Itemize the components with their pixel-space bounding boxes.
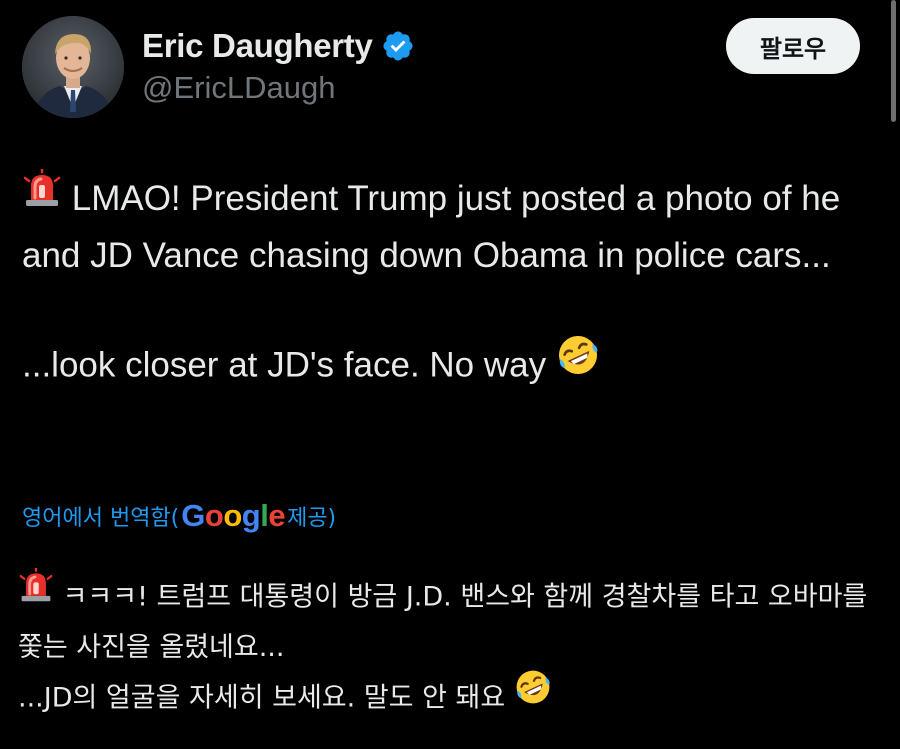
police-siren-icon — [18, 566, 54, 620]
google-letter: o — [204, 498, 224, 533]
display-name-row: Eric Daugherty — [142, 22, 415, 70]
google-letter: G — [181, 498, 205, 533]
tweet-line-1: LMAO! President Trump just posted a phot… — [22, 179, 841, 275]
translated-paragraph-2: ...JD의 얼굴을 자세히 보세요. 말도 안 돼요 — [18, 670, 878, 726]
verified-badge-icon — [381, 29, 415, 63]
avatar-photo — [22, 16, 124, 118]
google-letter: g — [241, 498, 261, 533]
google-letter: o — [223, 498, 242, 533]
police-siren-icon — [22, 167, 62, 225]
tweet-paragraph-2: ...look closer at JD's face. No way — [22, 335, 872, 397]
translated-text: ㅋㅋㅋ! 트럼프 대통령이 방금 J.D. 밴스와 함께 경찰차를 타고 오바마… — [18, 566, 878, 726]
tweet-text: LMAO! President Trump just posted a phot… — [22, 167, 872, 397]
tweet-line-2: ...look closer at JD's face. No way — [22, 345, 547, 384]
translated-line-1: ㅋㅋㅋ! 트럼프 대통령이 방금 J.D. 밴스와 함께 경찰차를 타고 오바마… — [18, 581, 868, 664]
follow-button[interactable]: 팔로우 — [726, 18, 860, 74]
user-names: Eric Daugherty @EricLDaugh — [142, 22, 415, 106]
google-letter: e — [268, 498, 286, 533]
rolling-on-floor-laughing-icon — [514, 668, 552, 722]
tweet-paragraph-1: LMAO! President Trump just posted a phot… — [22, 167, 872, 283]
translate-suffix: 제공) — [287, 506, 337, 531]
tweet-header: Eric Daugherty @EricLDaugh 팔로우 — [22, 16, 860, 120]
translate-prefix: 영어에서 번역함( — [22, 506, 180, 531]
rolling-on-floor-laughing-icon — [556, 333, 600, 393]
translated-line-2: ...JD의 얼굴을 자세히 보세요. 말도 안 돼요 — [18, 682, 506, 714]
google-logo: Google — [181, 498, 285, 534]
translated-paragraph-1: ㅋㅋㅋ! 트럼프 대통령이 방금 J.D. 밴스와 함께 경찰차를 타고 오바마… — [18, 566, 878, 672]
display-name[interactable]: Eric Daugherty — [142, 27, 373, 65]
avatar[interactable] — [22, 16, 124, 118]
user-handle[interactable]: @EricLDaugh — [142, 70, 415, 106]
scrollbar[interactable] — [891, 0, 896, 122]
translation-attribution-link[interactable]: 영어에서 번역함( Google 제공) — [22, 498, 336, 534]
